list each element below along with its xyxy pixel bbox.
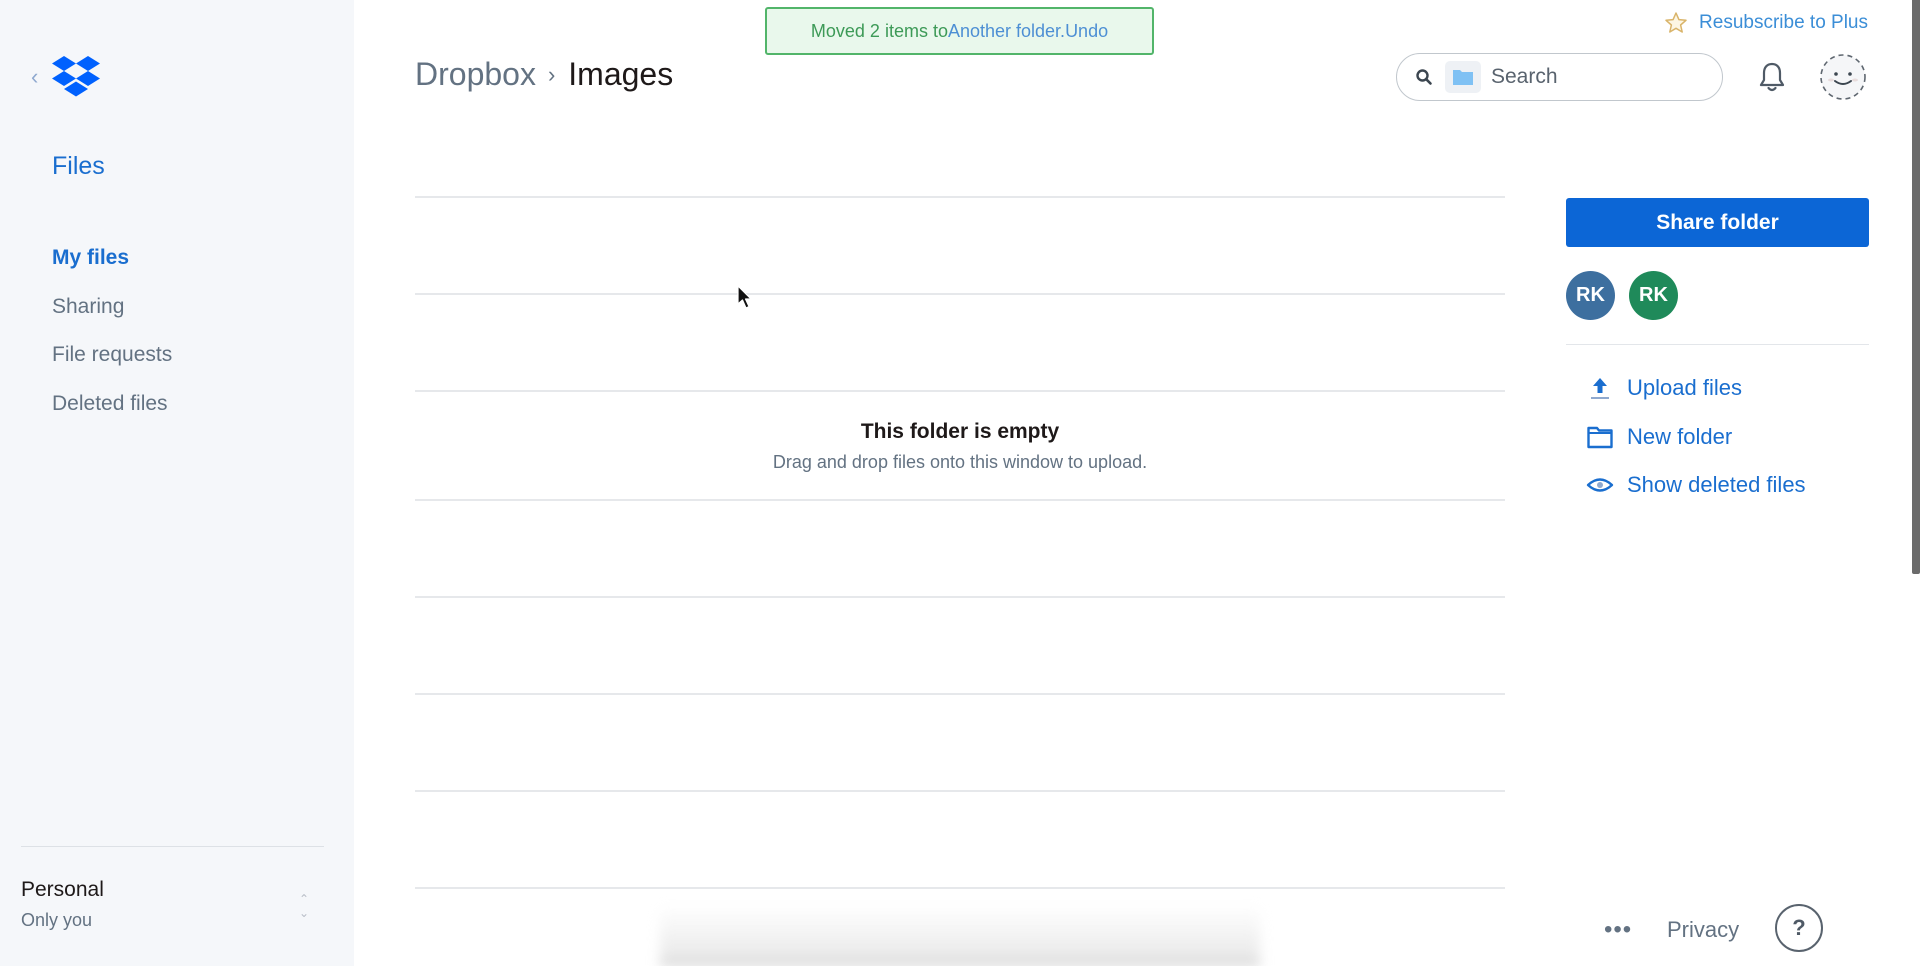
- search-icon: [1416, 69, 1432, 85]
- help-button[interactable]: ?: [1775, 904, 1823, 952]
- sidebar-divider: [21, 846, 324, 847]
- sidebar-item-sharing[interactable]: Sharing: [52, 294, 172, 343]
- breadcrumb-root[interactable]: Dropbox: [415, 56, 536, 93]
- row-divider: [415, 790, 1505, 792]
- toast-message: Moved 2 items to: [810, 20, 948, 41]
- avatar[interactable]: [1819, 53, 1867, 101]
- privacy-link[interactable]: Privacy: [1667, 917, 1739, 943]
- toast-undo-link[interactable]: Undo: [1065, 21, 1108, 42]
- folder-actions: Upload files New folder Show deleted fil…: [1586, 364, 1806, 510]
- files-title[interactable]: Files: [52, 152, 105, 181]
- star-icon: [1665, 12, 1687, 33]
- upload-files-label: Upload files: [1627, 375, 1742, 401]
- panel-divider: [1566, 344, 1869, 345]
- account-name: Personal: [21, 878, 104, 901]
- account-sub: Only you: [21, 910, 93, 930]
- folder-icon: [1453, 70, 1473, 85]
- empty-state: This folder is empty Drag and drop files…: [415, 420, 1505, 473]
- row-divider: [415, 196, 1505, 198]
- resubscribe-link[interactable]: Resubscribe to Plus: [1664, 11, 1868, 35]
- chevron-left-icon[interactable]: ‹: [31, 66, 38, 88]
- chevron-up-down-icon[interactable]: ⌃ ⌄: [297, 892, 311, 920]
- row-divider: [415, 499, 1505, 501]
- chevron-right-icon: ›: [547, 61, 556, 87]
- eye-icon: [1586, 478, 1614, 492]
- sidebar-nav: My files Sharing File requests Deleted f…: [52, 245, 172, 439]
- new-folder-action[interactable]: New folder: [1586, 413, 1806, 462]
- search-scope-folder[interactable]: [1445, 61, 1481, 93]
- row-divider: [415, 293, 1505, 295]
- scrollbar[interactable]: [1912, 0, 1920, 574]
- breadcrumb: Dropbox › Images: [415, 56, 673, 93]
- row-divider: [415, 887, 1505, 889]
- sidebar-item-file-requests[interactable]: File requests: [52, 342, 172, 391]
- member-avatar[interactable]: RK: [1566, 271, 1615, 320]
- more-options-icon[interactable]: •••: [1604, 918, 1632, 942]
- row-divider: [415, 596, 1505, 598]
- sidebar: ‹ Files My files Sharing File requests D…: [0, 0, 354, 966]
- mouse-cursor-icon: [737, 285, 752, 309]
- dropbox-app: ‹ Files My files Sharing File requests D…: [0, 0, 1920, 966]
- member-avatar[interactable]: RK: [1629, 271, 1678, 320]
- upload-icon: [1591, 378, 1609, 400]
- search-input[interactable]: [1491, 65, 1691, 89]
- sidebar-item-my-files[interactable]: My files: [52, 245, 172, 294]
- upload-files-action[interactable]: Upload files: [1586, 364, 1806, 413]
- toast-folder-link[interactable]: Another folder.: [948, 21, 1065, 42]
- row-divider: [415, 390, 1505, 392]
- folder-icon: [1587, 426, 1613, 448]
- bell-icon[interactable]: [1757, 61, 1787, 93]
- search-bar[interactable]: [1396, 53, 1723, 101]
- help-icon: ?: [1792, 915, 1806, 940]
- show-deleted-files-label: Show deleted files: [1627, 472, 1806, 498]
- share-folder-button[interactable]: Share folder: [1566, 198, 1869, 247]
- sidebar-item-deleted-files[interactable]: Deleted files: [52, 391, 172, 440]
- account-switcher[interactable]: Personal Only you ⌃ ⌄: [21, 878, 321, 931]
- show-deleted-files-action[interactable]: Show deleted files: [1586, 461, 1806, 510]
- resubscribe-label: Resubscribe to Plus: [1699, 12, 1868, 33]
- new-folder-label: New folder: [1627, 423, 1733, 449]
- empty-subtitle: Drag and drop files onto this window to …: [772, 452, 1148, 472]
- dropbox-logo-icon[interactable]: [52, 56, 100, 98]
- row-divider: [415, 693, 1505, 695]
- breadcrumb-current: Images: [568, 56, 674, 92]
- toast-notification: Moved 2 items to Another folder. Undo: [765, 7, 1154, 55]
- drag-shadow: [660, 905, 1260, 966]
- empty-title: This folder is empty: [860, 420, 1060, 443]
